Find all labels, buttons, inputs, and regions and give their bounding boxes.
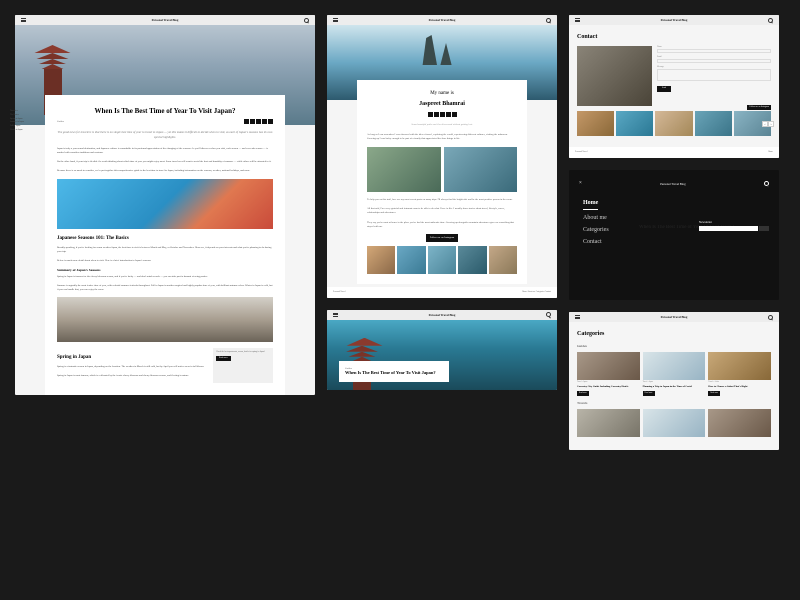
contact-heading: Contact: [577, 33, 771, 41]
category-card[interactable]: Travel • Africa How to Choose a Safari T…: [708, 352, 771, 395]
menu-item-contact[interactable]: Contact: [583, 238, 769, 246]
search-icon[interactable]: [546, 18, 551, 23]
instagram-strip[interactable]: [367, 246, 517, 274]
menu-icon[interactable]: [575, 315, 580, 319]
social-share[interactable]: [244, 119, 273, 124]
menu-icon[interactable]: [21, 18, 26, 22]
header: Personal Travel Blog: [15, 15, 315, 25]
newsletter-input[interactable]: [699, 226, 758, 231]
menu-icon[interactable]: [333, 18, 338, 22]
article-title: When Is The Best Time of Year To Visit J…: [57, 107, 273, 115]
social-links[interactable]: [367, 112, 517, 117]
inline-image-temple: [57, 179, 273, 229]
read-more-button[interactable]: Read more: [216, 356, 231, 361]
site-title: Personal Travel Blog: [152, 18, 179, 22]
name-input[interactable]: [657, 49, 771, 53]
read-more-button[interactable]: Read more: [708, 391, 720, 396]
featured-article-card[interactable]: Guides When Is The Best Time of Year To …: [339, 361, 449, 382]
body-text: Japan is truly a year-round destination,…: [57, 147, 273, 155]
categories-heading: Categories: [577, 330, 771, 338]
message-input[interactable]: [657, 69, 771, 81]
search-icon[interactable]: [764, 181, 769, 186]
newsletter-box: Newsletter: [699, 220, 769, 231]
menu-item-home[interactable]: Home: [583, 199, 598, 209]
category-card[interactable]: Travel • Japan Planning a Trip to Japan …: [643, 352, 706, 395]
footer: Personal Travel Home About me Categories…: [327, 287, 557, 298]
carousel-next-icon[interactable]: ›: [768, 121, 774, 127]
section-heading: Japanese Seasons 101: The Basics: [57, 235, 273, 242]
send-button[interactable]: Send: [657, 86, 671, 92]
about-intro: My name is: [367, 90, 517, 97]
category-section: Guides: [577, 344, 771, 349]
menu-icon[interactable]: [575, 18, 580, 22]
sidebar-promo: Check the best apartments, rooms, hotels…: [213, 348, 273, 383]
follow-instagram-button[interactable]: Follow me on Instagram: [426, 234, 459, 242]
category-card[interactable]: Travel • Japan Coventry City Guide Inclu…: [577, 352, 640, 395]
close-icon[interactable]: ×: [579, 180, 582, 187]
menu-icon[interactable]: [333, 313, 338, 317]
article-page: Personal Travel Blog OverviewThe BasicsS…: [15, 15, 315, 395]
read-more-button[interactable]: Read more: [643, 391, 655, 396]
search-icon[interactable]: [304, 18, 309, 23]
search-icon[interactable]: [546, 312, 551, 317]
author-name: Jaspreet Bhamrai: [367, 100, 517, 108]
menu-overlay-page: × Personal Travel Blog Home About me Cat…: [569, 170, 779, 300]
about-page: Personal Travel Blog My name is Jaspreet…: [327, 15, 557, 298]
table-of-contents[interactable]: OverviewThe BasicsSpring in JapanSummer …: [15, 110, 36, 133]
search-icon[interactable]: [768, 18, 773, 23]
about-quote: Some beautiful paths can't be discovered…: [367, 123, 517, 127]
about-image: [444, 147, 518, 192]
contact-page: Personal Travel Blog Contact Name Email …: [569, 15, 779, 158]
article-intro: The good news for travelers is that ther…: [57, 130, 273, 139]
category-section: Travels: [577, 401, 771, 406]
inline-image-street: [57, 297, 273, 342]
article-category[interactable]: Guides: [57, 120, 64, 124]
home-preview-page: Personal Travel Blog Guides When Is The …: [327, 310, 557, 390]
contact-portrait: [577, 46, 652, 106]
search-icon[interactable]: [768, 315, 773, 320]
categories-page: Personal Travel Blog Categories Guides T…: [569, 312, 779, 450]
email-input[interactable]: [657, 59, 771, 63]
article-card: When Is The Best Time of Year To Visit J…: [45, 95, 285, 395]
about-image: [367, 147, 441, 192]
read-more-button[interactable]: Read more: [577, 391, 589, 396]
contact-form: Name Email Message Send: [657, 46, 771, 106]
subsection-heading: Summary of Japan's Seasons: [57, 268, 273, 273]
instagram-carousel[interactable]: Follow me on Instagram ‹›: [577, 111, 771, 136]
newsletter-submit[interactable]: [759, 226, 769, 231]
section-heading-spring: Spring in Japan: [57, 354, 207, 361]
